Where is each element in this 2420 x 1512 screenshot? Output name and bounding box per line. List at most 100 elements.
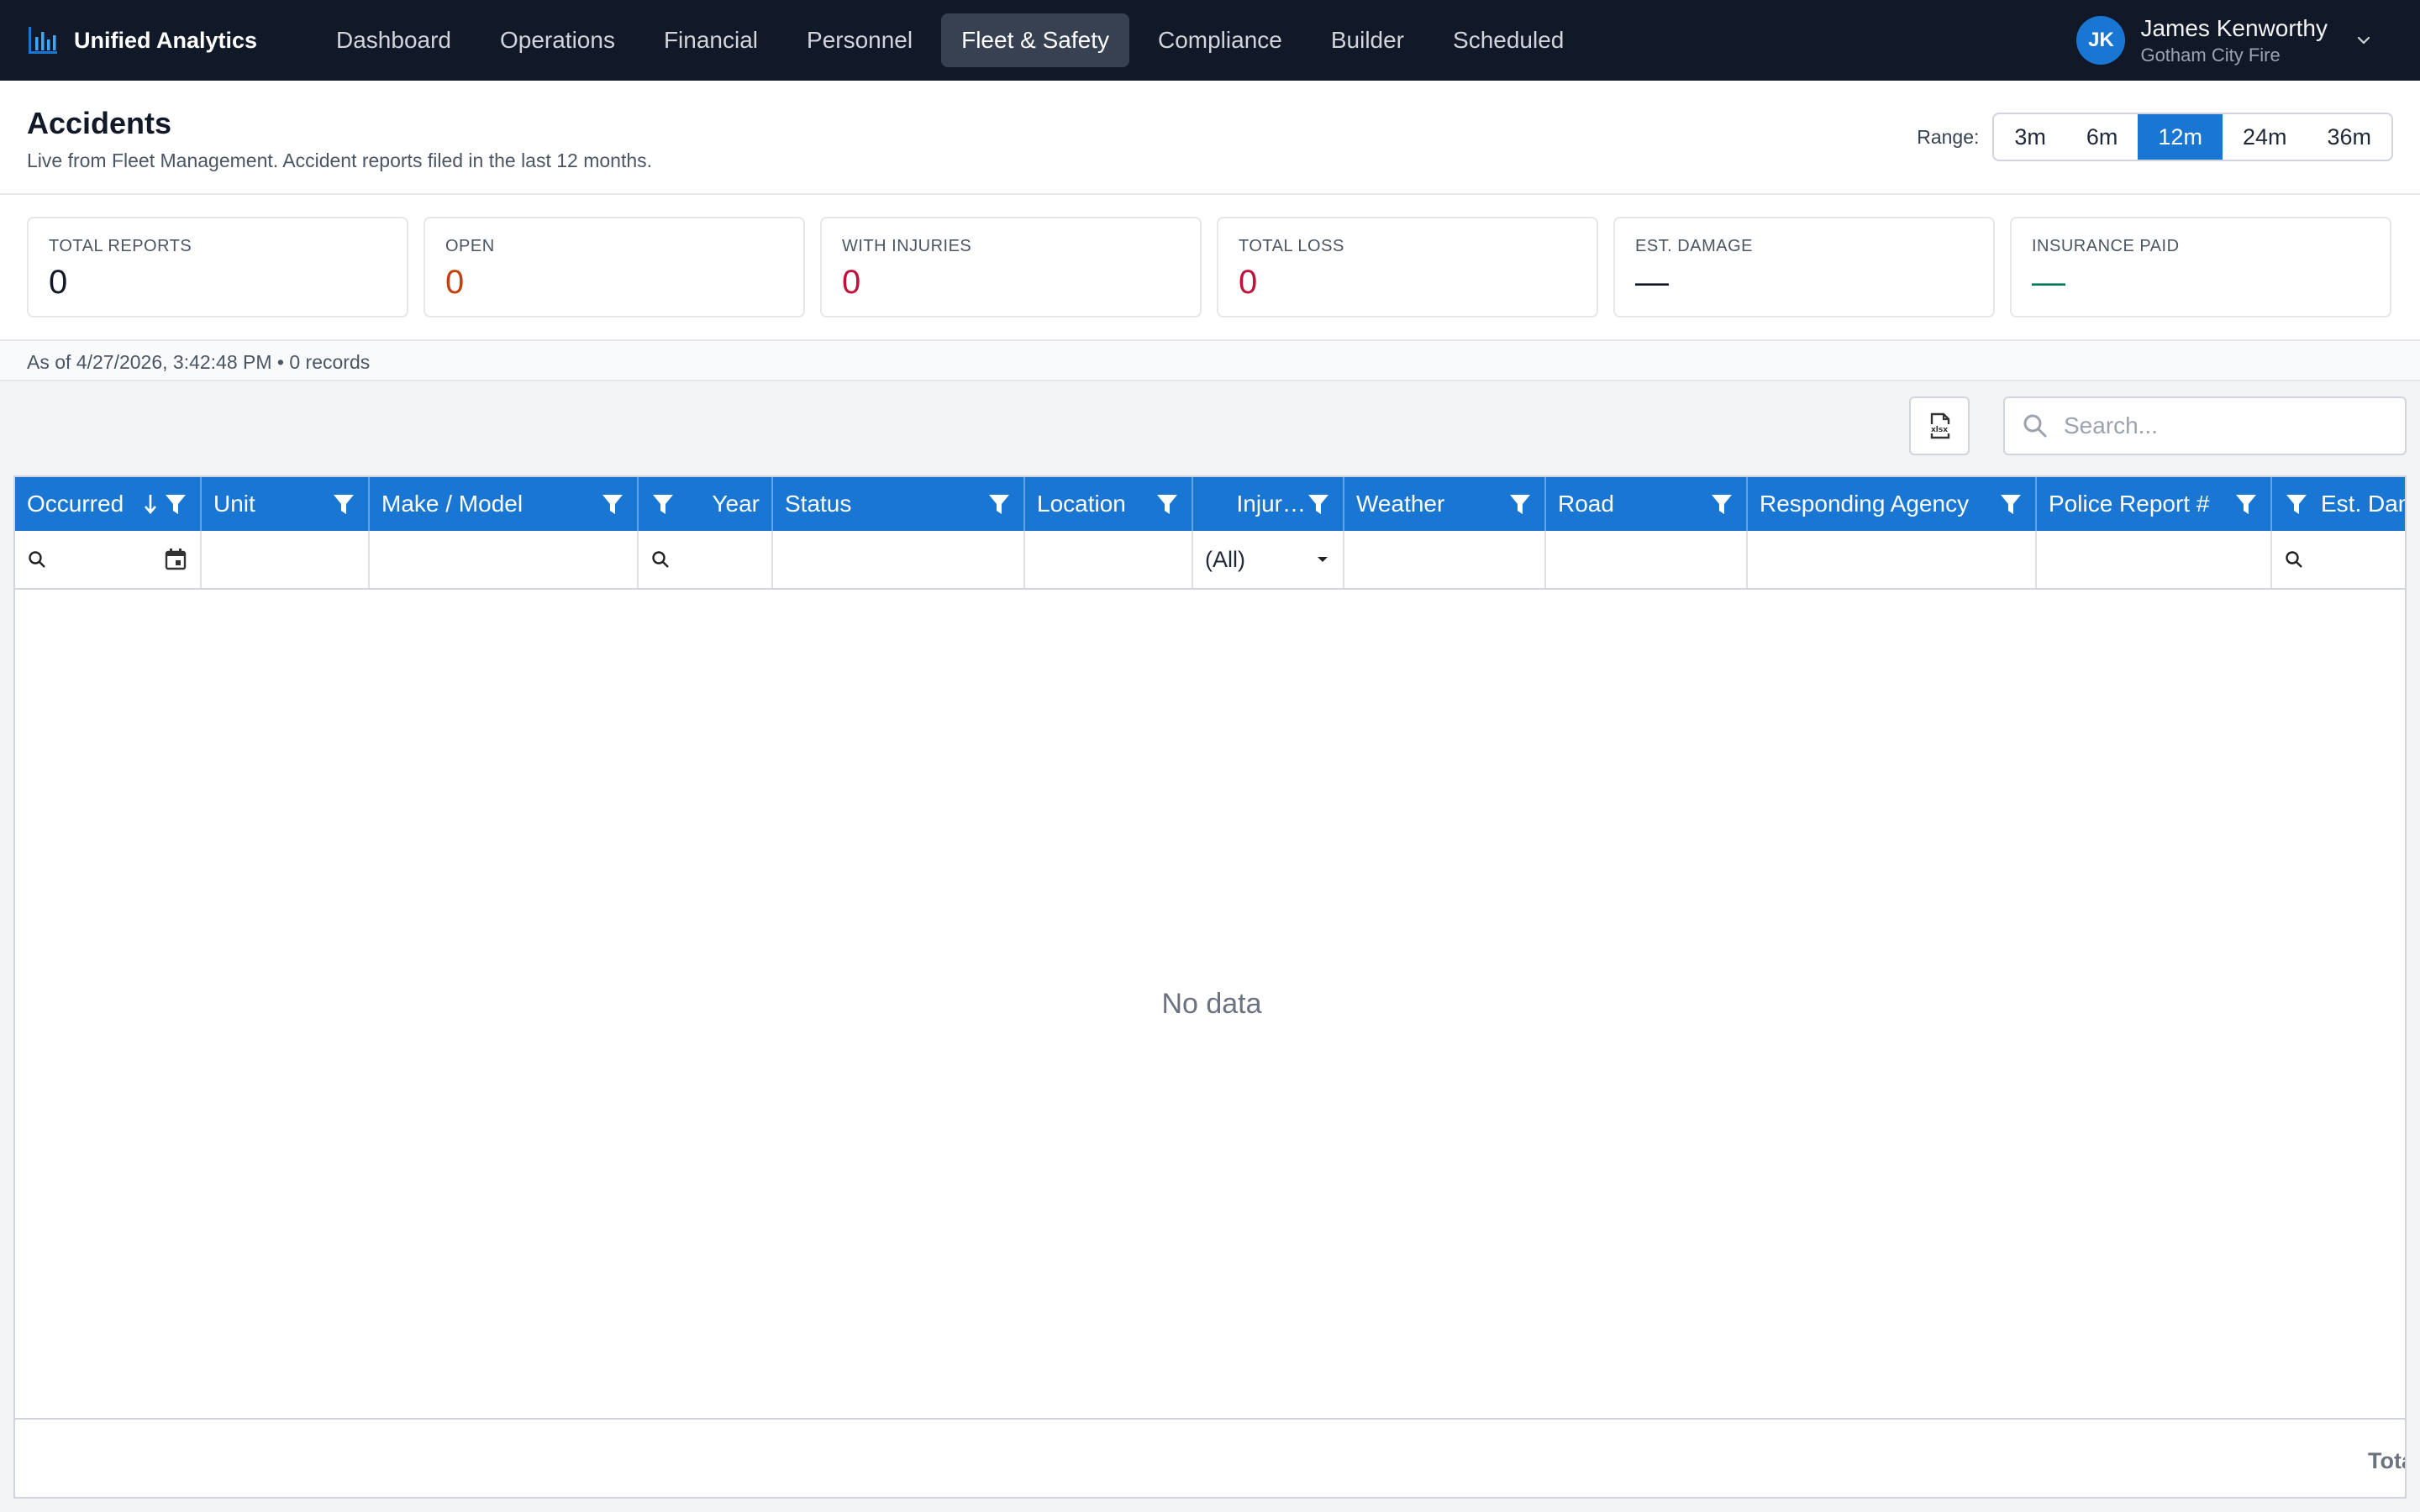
column-label: Responding Agency	[1760, 491, 1970, 517]
filter-unit[interactable]	[202, 531, 370, 588]
injuries-filter-value: (All)	[1205, 546, 1245, 572]
filter-icon[interactable]	[986, 491, 1012, 517]
filter-road[interactable]	[1546, 531, 1748, 588]
page-title: Accidents	[27, 106, 172, 140]
kpi-label: INSURANCE PAID	[2032, 237, 2180, 255]
grid-header-row: Occurred Unit Make / Model Year Status L…	[15, 477, 2405, 531]
column-label: Weather	[1356, 491, 1445, 517]
range-36m-button[interactable]: 36m	[2307, 114, 2391, 160]
filter-icon[interactable]	[1507, 491, 1533, 517]
filter-icon[interactable]	[600, 491, 625, 517]
kpi-label: EST. DAMAGE	[1635, 237, 1753, 255]
grid-footer: Total	[15, 1418, 2405, 1497]
xlsx-export-icon: xlsx	[1928, 412, 1950, 439]
col-injuries-header[interactable]: Injur…	[1193, 477, 1344, 531]
user-org: Gotham City Fire	[2140, 44, 2281, 66]
filter-icon[interactable]	[2233, 491, 2259, 517]
nav-compliance[interactable]: Compliance	[1138, 13, 1302, 67]
col-weather-header[interactable]: Weather	[1344, 477, 1546, 531]
col-est-damage-header[interactable]: Est. Damage	[2272, 477, 2405, 531]
column-label: Make / Model	[381, 491, 523, 517]
search-input[interactable]	[2064, 412, 2383, 439]
grid-filter-row: (All)	[15, 531, 2405, 590]
col-year-header[interactable]: Year	[639, 477, 773, 531]
filter-icon[interactable]	[2284, 491, 2309, 517]
filter-icon[interactable]	[1306, 491, 1331, 517]
nav-scheduled[interactable]: Scheduled	[1433, 13, 1584, 67]
column-label: Unit	[213, 491, 255, 517]
kpi-label: OPEN	[445, 237, 495, 255]
avatar: JK	[2076, 16, 2126, 65]
user-info: James Kenworthy Gotham City Fire	[2140, 14, 2328, 66]
filter-police-report[interactable]	[2037, 531, 2272, 588]
kpi-insurance-paid: INSURANCE PAID —	[2010, 217, 2391, 318]
user-menu[interactable]: JK James Kenworthy Gotham City Fire	[2076, 0, 2373, 81]
column-label: Year	[712, 491, 760, 517]
column-label: Location	[1037, 491, 1126, 517]
nav-financial[interactable]: Financial	[644, 13, 778, 67]
filter-status[interactable]	[773, 531, 1025, 588]
page-header: Accidents Live from Fleet Management. Ac…	[0, 81, 2420, 195]
nav-builder[interactable]: Builder	[1311, 13, 1424, 67]
col-police-report-header[interactable]: Police Report #	[2037, 477, 2272, 531]
filter-icon[interactable]	[650, 491, 676, 517]
kpi-strip: TOTAL REPORTS 0 OPEN 0 WITH INJURIES 0 T…	[0, 195, 2420, 339]
filter-icon[interactable]	[163, 491, 188, 517]
sort-desc-icon[interactable]	[141, 491, 160, 517]
search-icon	[29, 551, 45, 568]
kpi-with-injuries: WITH INJURIES 0	[820, 217, 1202, 318]
user-name: James Kenworthy	[2140, 15, 2328, 41]
kpi-value: 0	[49, 264, 68, 301]
filter-injuries-select[interactable]: (All)	[1193, 531, 1344, 588]
filter-responding-agency[interactable]	[1748, 531, 2037, 588]
caret-down-icon	[1318, 557, 1328, 562]
kpi-open: OPEN 0	[424, 217, 805, 318]
range-24m-button[interactable]: 24m	[2223, 114, 2307, 160]
filter-icon[interactable]	[331, 491, 356, 517]
col-location-header[interactable]: Location	[1025, 477, 1193, 531]
filter-occurred[interactable]	[15, 531, 202, 588]
filter-icon[interactable]	[1709, 491, 1734, 517]
brand-name: Unified Analytics	[74, 27, 258, 53]
filter-location[interactable]	[1025, 531, 1193, 588]
calendar-icon[interactable]	[163, 547, 188, 572]
range-6m-button[interactable]: 6m	[2066, 114, 2139, 160]
filter-est-damage[interactable]	[2272, 531, 2405, 588]
top-nav: Unified Analytics Dashboard Operations F…	[0, 0, 2420, 81]
col-responding-agency-header[interactable]: Responding Agency	[1748, 477, 2037, 531]
col-unit-header[interactable]: Unit	[202, 477, 370, 531]
range-3m-button[interactable]: 3m	[1994, 114, 2066, 160]
export-xlsx-button[interactable]: xlsx	[1909, 396, 1970, 455]
kpi-est-damage: EST. DAMAGE —	[1613, 217, 1995, 318]
brand[interactable]: Unified Analytics	[27, 0, 257, 81]
nav-dashboard[interactable]: Dashboard	[316, 13, 471, 67]
filter-icon[interactable]	[1998, 491, 2023, 517]
col-make-model-header[interactable]: Make / Model	[370, 477, 639, 531]
asof-bar: As of 4/27/2026, 3:42:48 PM • 0 records	[0, 339, 2420, 381]
search-icon	[2286, 551, 2302, 568]
col-status-header[interactable]: Status	[773, 477, 1025, 531]
nav-fleet-safety[interactable]: Fleet & Safety	[941, 13, 1129, 67]
chevron-down-icon	[2357, 36, 2370, 45]
main-nav: Dashboard Operations Financial Personnel…	[316, 13, 1584, 67]
nav-operations[interactable]: Operations	[480, 13, 635, 67]
filter-weather[interactable]	[1344, 531, 1546, 588]
kpi-label: TOTAL LOSS	[1239, 237, 1344, 255]
column-label: Occurred	[27, 491, 124, 517]
col-road-header[interactable]: Road	[1546, 477, 1748, 531]
kpi-value: 0	[842, 264, 861, 301]
nav-personnel[interactable]: Personnel	[786, 13, 933, 67]
col-occurred-header[interactable]: Occurred	[15, 477, 202, 531]
filter-make-model[interactable]	[370, 531, 639, 588]
range-selector: Range: 3m 6m 12m 24m 36m	[1917, 113, 2393, 161]
filter-icon[interactable]	[1155, 491, 1180, 517]
column-label: Road	[1558, 491, 1614, 517]
bar-chart-icon	[29, 27, 57, 54]
search-icon	[652, 551, 669, 568]
kpi-total-reports: TOTAL REPORTS 0	[27, 217, 408, 318]
kpi-total-loss: TOTAL LOSS 0	[1217, 217, 1598, 318]
svg-text:xlsx: xlsx	[1931, 426, 1948, 434]
footer-total-label: Total	[2368, 1448, 2405, 1473]
range-12m-button[interactable]: 12m	[2138, 114, 2223, 160]
filter-year[interactable]	[639, 531, 773, 588]
